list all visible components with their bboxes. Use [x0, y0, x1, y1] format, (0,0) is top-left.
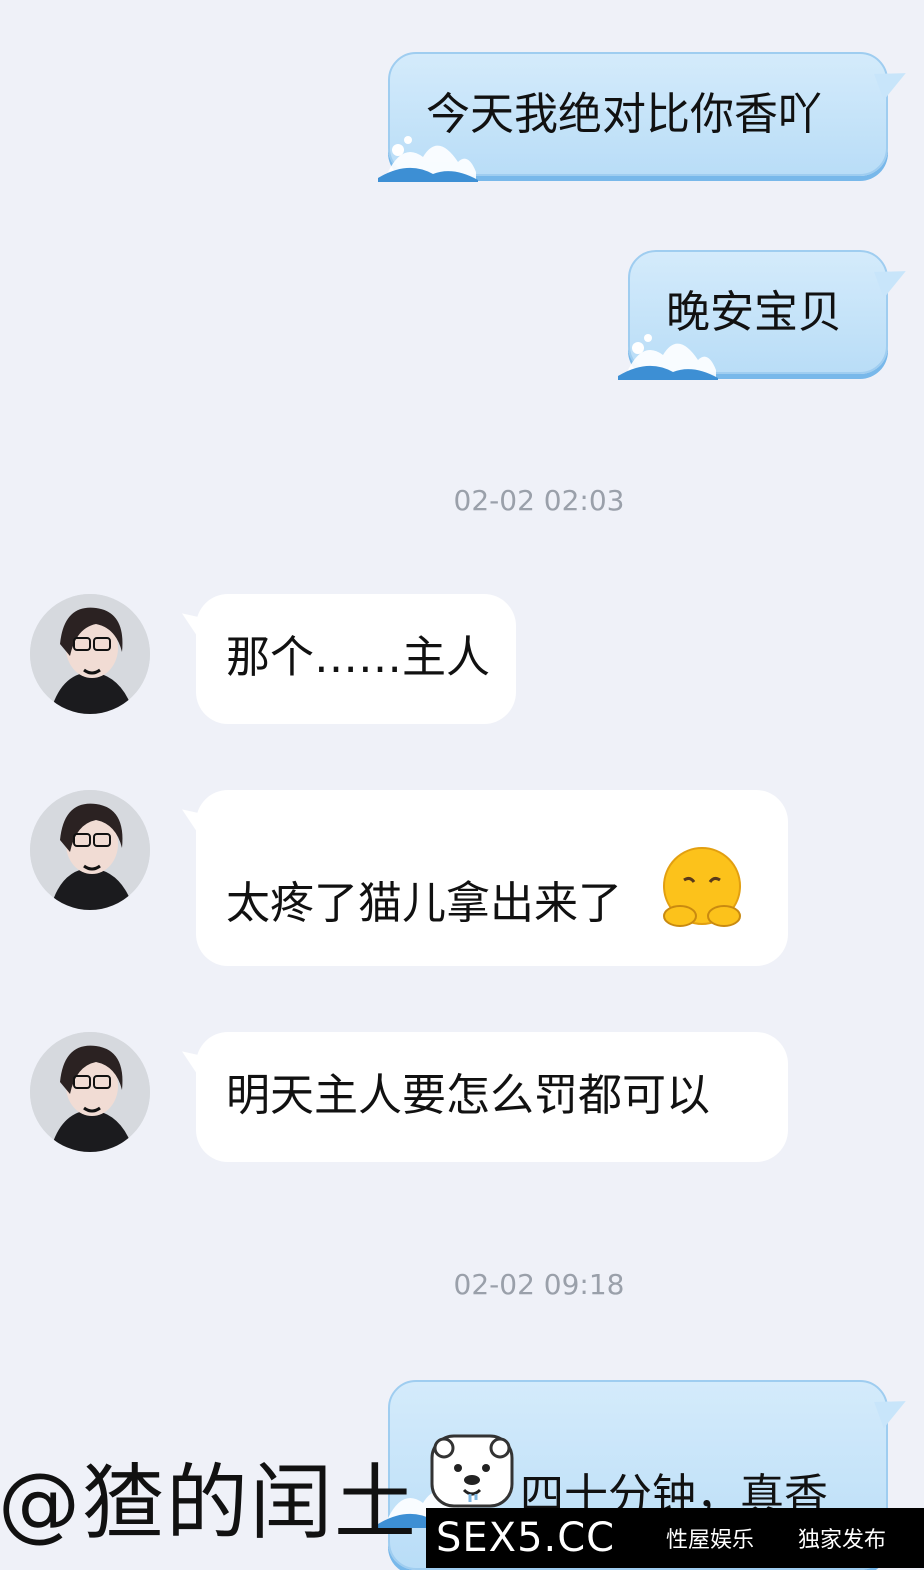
- site-logo[interactable]: SEX5.CC: [436, 1515, 646, 1561]
- message-text: 今天我绝对比你香吖: [426, 89, 822, 140]
- footer-banner: SEX5.CC 性屋娱乐 独家发布: [426, 1508, 924, 1568]
- incoming-message-bubble[interactable]: 太疼了猫儿拿出来了: [196, 790, 788, 966]
- wave-icon: [618, 334, 718, 380]
- message-text: 那个……主人: [226, 632, 490, 683]
- wave-icon: [378, 136, 478, 182]
- footer-link[interactable]: 性屋娱乐: [666, 1522, 754, 1554]
- avatar[interactable]: [30, 594, 150, 714]
- message-text: 明天主人要怎么罚都可以: [226, 1070, 710, 1121]
- chat-view[interactable]: 今天我绝对比你香吖 晚安宝贝 02-02 02:03 那个……主人 太疼了猫儿拿…: [0, 0, 924, 1570]
- timestamp: 02-02 09:18: [453, 1268, 625, 1301]
- polar-bear-sticker-icon: [430, 1434, 514, 1508]
- pleading-hands-emoji-icon: [663, 847, 741, 927]
- avatar-girl-glasses-icon: [30, 1032, 150, 1152]
- avatar[interactable]: [30, 1032, 150, 1152]
- message-text: 太疼了猫儿拿出来了: [226, 878, 622, 929]
- outgoing-message-bubble[interactable]: 今天我绝对比你香吖: [378, 52, 888, 182]
- timestamp: 02-02 02:03: [453, 484, 625, 517]
- incoming-message-bubble[interactable]: 那个……主人: [196, 594, 516, 724]
- avatar[interactable]: [30, 790, 150, 910]
- watermark-text: @猹的闰土: [0, 1456, 419, 1551]
- incoming-message-bubble[interactable]: 明天主人要怎么罚都可以: [196, 1032, 788, 1162]
- footer-link[interactable]: 独家发布: [798, 1522, 886, 1554]
- outgoing-message-bubble[interactable]: 晚安宝贝: [618, 250, 888, 380]
- avatar-girl-glasses-icon: [30, 790, 150, 910]
- avatar-girl-glasses-icon: [30, 594, 150, 714]
